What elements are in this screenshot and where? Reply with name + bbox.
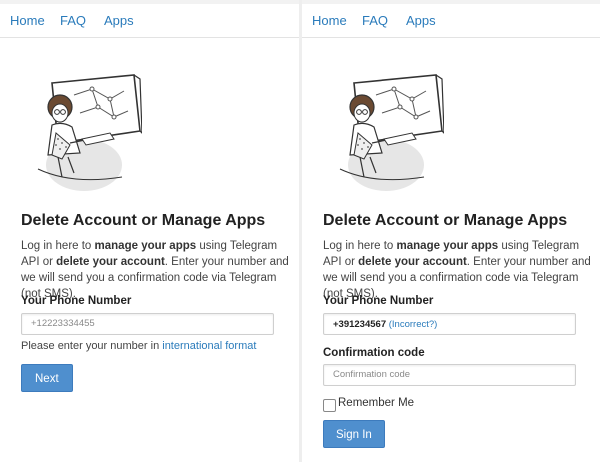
page-title: Delete Account or Manage Apps <box>323 212 568 229</box>
illustration-icon <box>37 74 142 191</box>
format-hint: Please enter your number in internationa… <box>21 340 257 352</box>
nav-apps-link[interactable]: Apps <box>406 13 436 28</box>
nav-home-link[interactable]: Home <box>312 13 347 28</box>
left-panel: Home FAQ Apps Delete Account or Manage A… <box>0 0 299 462</box>
right-panel: Home FAQ Apps Delete Account or Manage A… <box>302 0 600 462</box>
international-format-link[interactable]: international format <box>162 340 256 352</box>
remember-me-label[interactable]: Remember Me <box>338 397 414 409</box>
nav-faq-link[interactable]: FAQ <box>60 13 86 28</box>
remember-me-checkbox[interactable] <box>323 399 336 412</box>
illustration-icon <box>339 74 444 191</box>
nav-home-link[interactable]: Home <box>10 13 45 28</box>
page-title: Delete Account or Manage Apps <box>21 212 266 229</box>
incorrect-link[interactable]: (Incorrect?) <box>389 319 438 330</box>
phone-number-label: Your Phone Number <box>21 295 132 307</box>
phone-number-value: +391234567 <box>333 319 387 330</box>
phone-number-display: +391234567 (Incorrect?) <box>323 313 576 335</box>
description-text: Log in here to manage your apps using Te… <box>323 240 591 300</box>
confirmation-code-input[interactable] <box>323 364 576 386</box>
nav-bar: Home FAQ Apps <box>302 4 600 38</box>
phone-number-label: Your Phone Number <box>323 295 434 307</box>
nav-bar: Home FAQ Apps <box>0 4 299 38</box>
phone-number-input[interactable] <box>21 313 274 335</box>
confirmation-code-label: Confirmation code <box>323 347 425 359</box>
next-button[interactable]: Next <box>21 364 73 392</box>
nav-faq-link[interactable]: FAQ <box>362 13 388 28</box>
nav-apps-link[interactable]: Apps <box>104 13 134 28</box>
description-text: Log in here to manage your apps using Te… <box>21 240 289 300</box>
sign-in-button[interactable]: Sign In <box>323 420 385 448</box>
